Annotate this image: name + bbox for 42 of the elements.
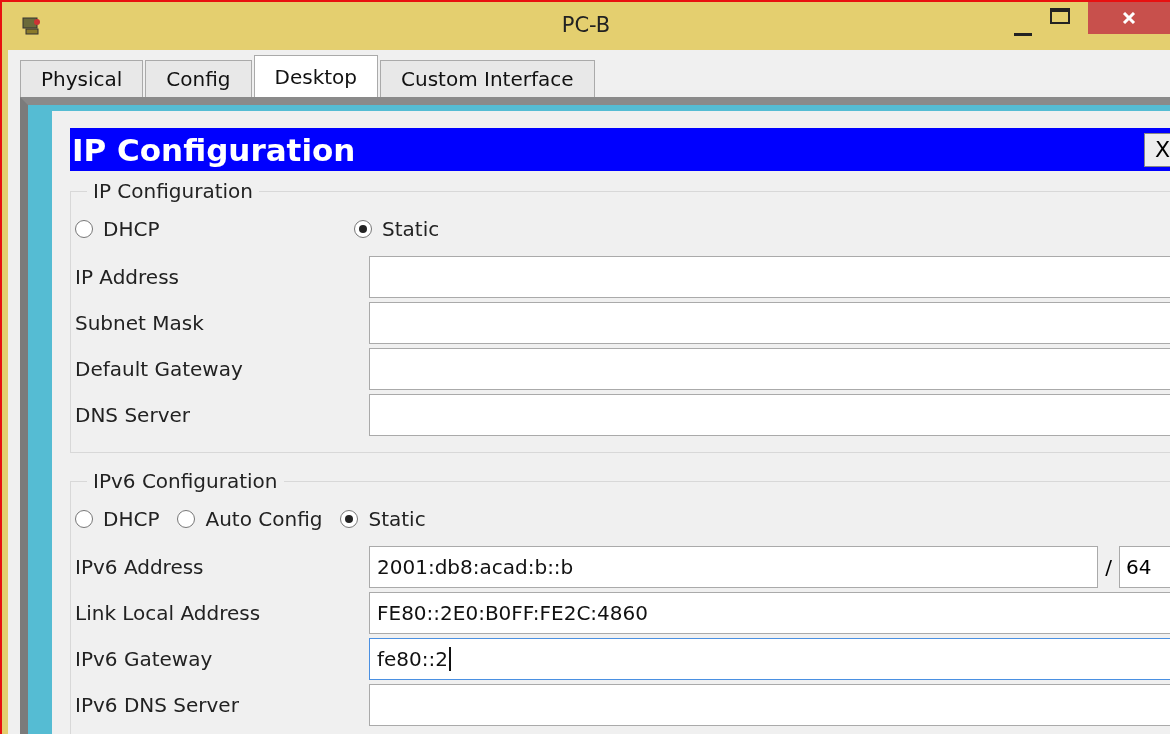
close-icon <box>1122 12 1136 24</box>
field-label: DNS Server <box>75 403 191 427</box>
field-label: Subnet Mask <box>75 311 205 335</box>
field-label: IP Address <box>75 265 180 289</box>
tab[interactable]: Physical <box>20 60 144 97</box>
input-field[interactable] <box>369 348 1170 390</box>
tab[interactable]: Config <box>145 60 252 97</box>
field-label: Default Gateway <box>75 357 244 381</box>
input-field[interactable] <box>369 256 1170 298</box>
radio-button[interactable] <box>340 510 359 528</box>
input-field[interactable]: FE80::2E0:B0FF:FE2C:4860 <box>369 592 1170 634</box>
field-label: IPv6 DNS Server <box>75 693 240 717</box>
group-legend: IPv6 Configuration <box>87 469 284 493</box>
text-cursor <box>449 647 451 671</box>
radio-label[interactable]: Static <box>368 507 426 531</box>
radio-button[interactable] <box>177 510 196 528</box>
radio-label[interactable]: DHCP <box>103 507 160 531</box>
input-field[interactable] <box>369 302 1170 344</box>
radio-label[interactable]: Static <box>382 217 440 241</box>
input-field[interactable]: 2001:db8:acad:b::b <box>369 546 1099 588</box>
radio-button[interactable] <box>75 220 93 238</box>
close-button[interactable] <box>1088 2 1170 34</box>
maximize-icon[interactable] <box>1050 8 1070 24</box>
dialog-title: IP Configuration <box>71 131 356 168</box>
field-label: IPv6 Address <box>75 555 205 579</box>
window-title: PC-B <box>561 13 611 37</box>
field-label: IPv6 Gateway <box>75 647 214 671</box>
input-field[interactable]: fe80::2 <box>369 638 1170 680</box>
dialog-close-button[interactable]: X <box>1144 132 1170 167</box>
radio-button[interactable] <box>354 220 372 238</box>
prefix-field[interactable]: 64 <box>1119 546 1170 588</box>
field-label: Link Local Address <box>75 601 262 625</box>
radio-button[interactable] <box>75 510 93 528</box>
group-legend: IP Configuration <box>87 179 259 203</box>
radio-label[interactable]: DHCP <box>103 217 160 241</box>
radio-label[interactable]: Auto Config <box>205 507 323 531</box>
input-field[interactable] <box>369 394 1170 436</box>
prefix-separator: / <box>1105 555 1112 579</box>
tab[interactable]: Desktop <box>253 55 378 97</box>
tab[interactable]: Custom Interface <box>380 60 595 97</box>
computer-icon <box>20 15 42 37</box>
input-field[interactable] <box>369 684 1170 726</box>
